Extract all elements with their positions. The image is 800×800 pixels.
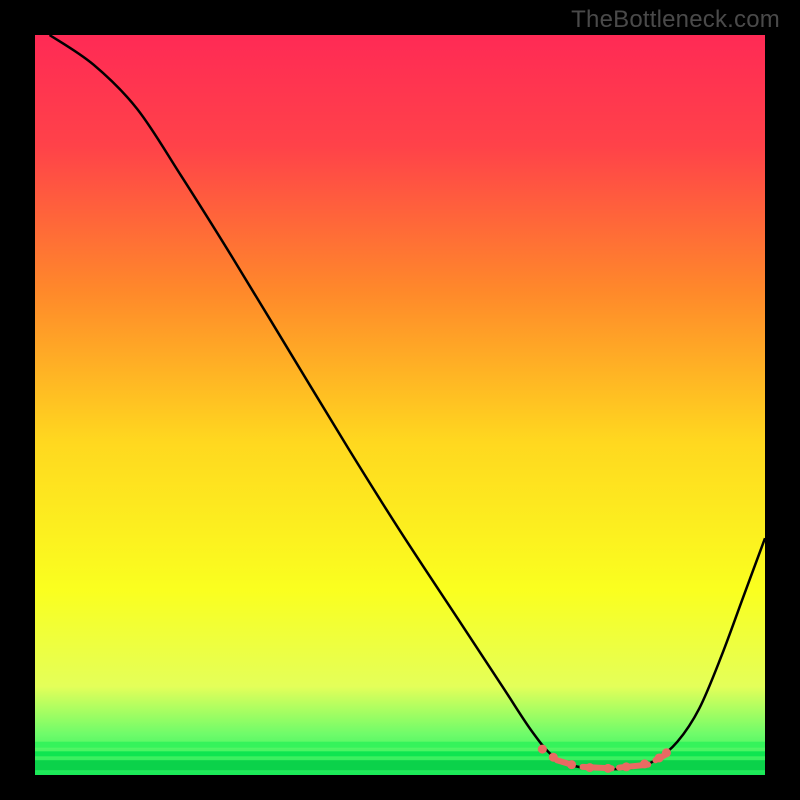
- bottleneck-chart: TheBottleneck.com: [0, 0, 800, 800]
- chart-svg: [0, 0, 800, 800]
- plot-background: [35, 35, 765, 775]
